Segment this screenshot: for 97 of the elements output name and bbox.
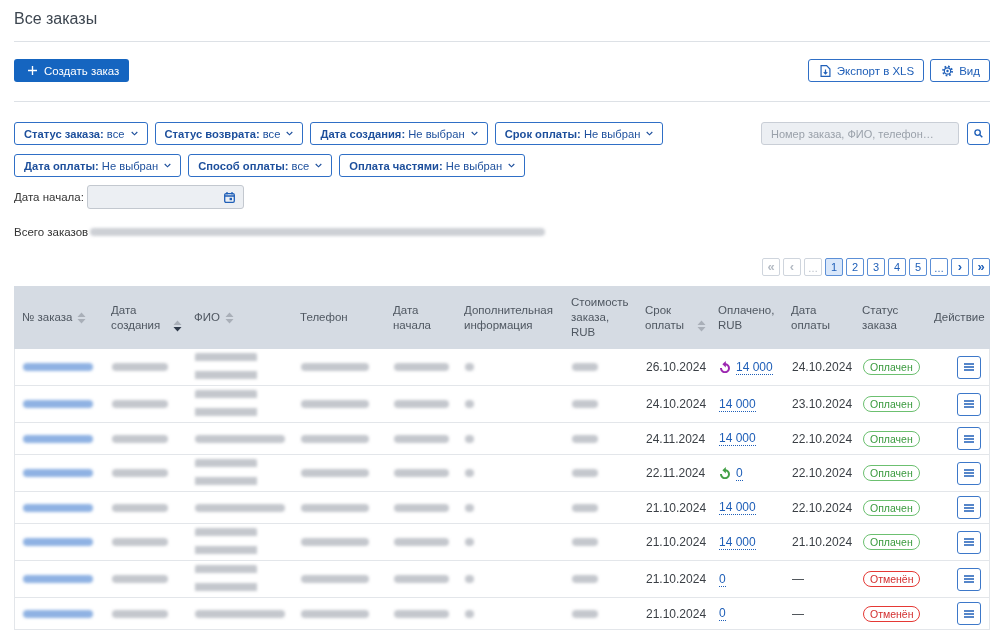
row-menu-button[interactable]: [957, 355, 981, 379]
payment-date: —: [792, 572, 804, 586]
blurred-order-link[interactable]: [23, 538, 93, 546]
menu-icon: [964, 434, 974, 443]
due-date: 26.10.2024: [646, 360, 707, 374]
page-button[interactable]: 1: [825, 258, 843, 276]
blurred-order-link[interactable]: [23, 609, 93, 618]
summary-label: Всего заказов: [14, 225, 89, 239]
amount-link[interactable]: 0: [736, 465, 743, 481]
amount-link[interactable]: 14 000: [719, 500, 756, 515]
blurred-order-link[interactable]: [23, 434, 93, 443]
payment-date: 24.10.2024: [792, 360, 853, 374]
view-settings-button[interactable]: Вид: [930, 59, 990, 82]
filter-dropdown[interactable]: Оплата частями: Не выбран: [339, 154, 526, 177]
payment-date: 22.10.2024: [792, 466, 853, 480]
search-button[interactable]: [967, 122, 990, 145]
row-menu-button[interactable]: [957, 392, 981, 416]
due-date: 24.11.2024: [646, 431, 706, 446]
column-header[interactable]: Дата создания: [111, 302, 168, 333]
payment-date: 21.10.2024: [792, 535, 853, 549]
column-header: Действие: [934, 310, 985, 325]
chevron-down-icon: [130, 131, 138, 136]
amount-link[interactable]: 14 000: [719, 431, 756, 446]
calendar-icon[interactable]: [223, 191, 235, 203]
menu-icon: [964, 575, 974, 583]
filter-dropdown[interactable]: Способ оплаты: все: [188, 154, 333, 177]
column-header: Дополнительная информация: [464, 302, 554, 333]
blurred-order-link[interactable]: [23, 469, 93, 477]
payment-date: 22.10.2024: [792, 500, 853, 515]
blurred-order-link[interactable]: [23, 575, 93, 583]
column-header[interactable]: Срок оплаты: [645, 302, 692, 333]
search-field[interactable]: Номер заказа, ФИО, телефон…: [761, 122, 959, 145]
chevron-down-icon: [164, 163, 172, 168]
file-download-icon: [819, 64, 831, 77]
column-header: Стоимость заказа, RUB: [571, 295, 630, 340]
page-button[interactable]: 4: [888, 258, 906, 276]
next-page-button[interactable]: ›: [951, 258, 969, 276]
field-label: Дата начала:: [14, 191, 84, 203]
column-header: Телефон: [300, 310, 348, 325]
page-button[interactable]: 3: [867, 258, 885, 276]
amount-link[interactable]: 14 000: [719, 534, 756, 550]
plus-icon: [28, 66, 37, 75]
page-button[interactable]: 2: [846, 258, 864, 276]
due-date: 24.10.2024: [646, 397, 707, 411]
page-button[interactable]: 5: [909, 258, 927, 276]
chevron-down-icon: [646, 131, 654, 136]
due-date: 22.11.2024: [646, 466, 706, 480]
menu-icon: [964, 609, 974, 618]
amount-link[interactable]: 14 000: [719, 396, 756, 412]
due-date: 21.10.2024: [646, 500, 707, 515]
filter-dropdown[interactable]: Статус заказа: все: [14, 122, 148, 145]
chevron-down-icon: [286, 131, 294, 136]
amount-link[interactable]: 0: [719, 571, 726, 587]
sort-arrows-icon[interactable]: [173, 319, 182, 332]
column-header[interactable]: № заказа: [22, 310, 73, 325]
search-icon: [974, 129, 983, 138]
more-pages-button[interactable]: …: [930, 258, 948, 276]
chevron-down-icon: [470, 131, 478, 136]
filter-dropdown[interactable]: Дата создания: Не выбран: [310, 122, 488, 145]
amount-link[interactable]: 0: [719, 606, 726, 621]
chevron-down-icon: [315, 163, 323, 168]
filter-dropdown[interactable]: Статус возврата: все: [154, 122, 304, 145]
chevron-down-icon: [508, 163, 516, 168]
row-menu-button[interactable]: [957, 602, 981, 625]
column-header: Дата начала: [393, 302, 432, 333]
row-menu-button[interactable]: [957, 567, 981, 591]
last-page-button[interactable]: »: [972, 258, 990, 276]
column-header: Статус заказа: [862, 302, 900, 333]
export-button[interactable]: Экспорт в XLS: [807, 59, 925, 82]
due-date: 21.10.2024: [646, 606, 707, 621]
menu-icon: [964, 503, 974, 512]
filter-dropdown[interactable]: Срок оплаты: Не выбран: [494, 122, 664, 145]
amount-link[interactable]: 14 000: [736, 359, 773, 375]
payment-date: 23.10.2024: [792, 397, 853, 411]
blurred-order-link[interactable]: [23, 363, 93, 371]
filter-dropdown[interactable]: Дата оплаты: Не выбран: [14, 154, 182, 177]
row-menu-button[interactable]: [957, 427, 981, 450]
page-title: Все заказы: [14, 9, 99, 29]
due-date: 21.10.2024: [646, 535, 707, 549]
menu-icon: [964, 363, 974, 371]
gear-icon: [942, 64, 954, 77]
column-header: Дата оплаты: [791, 302, 831, 333]
blurred-order-link[interactable]: [23, 503, 93, 512]
menu-icon: [964, 400, 974, 408]
due-date: 21.10.2024: [646, 572, 707, 586]
date-field[interactable]: [86, 185, 244, 209]
menu-icon: [964, 538, 974, 546]
column-header: Оплачено, RUB: [718, 302, 776, 333]
row-menu-button[interactable]: [957, 496, 981, 519]
payment-date: —: [792, 606, 804, 621]
blurred-order-link[interactable]: [23, 400, 93, 408]
payment-date: 22.10.2024: [792, 431, 853, 446]
row-menu-button[interactable]: [957, 461, 981, 485]
menu-icon: [964, 469, 974, 477]
column-header[interactable]: ФИО: [194, 310, 220, 325]
create-order-button[interactable]: Создать заказ: [14, 59, 130, 82]
row-menu-button[interactable]: [957, 530, 981, 554]
